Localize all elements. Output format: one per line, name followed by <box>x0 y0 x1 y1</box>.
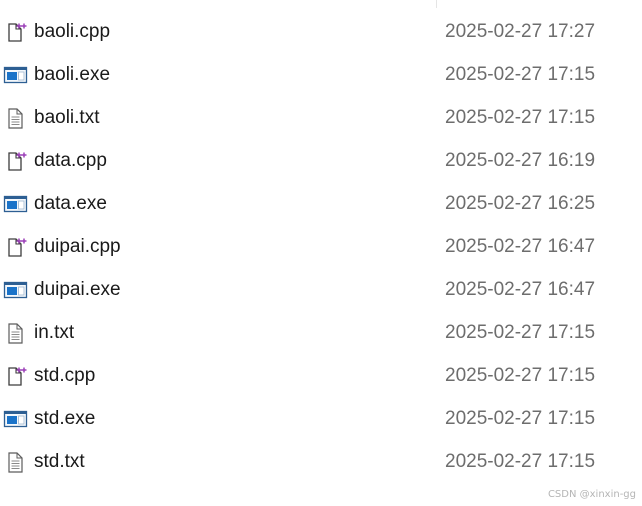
file-name: std.exe <box>34 408 96 429</box>
file-name: data.cpp <box>34 150 107 171</box>
file-modified-date: 2025-02-27 17:15 <box>445 451 596 472</box>
exe-file-icon <box>3 193 29 215</box>
file-row[interactable]: baoli.exe 2025-02-27 17:15 <box>0 53 642 96</box>
file-name: data.exe <box>34 193 107 214</box>
exe-file-icon <box>3 279 29 301</box>
file-name: std.txt <box>34 451 85 472</box>
file-list: baoli.cpp 2025-02-27 17:27 baoli.exe 2025-0… <box>0 10 642 483</box>
cpp-file-icon <box>3 365 29 387</box>
file-row[interactable]: baoli.cpp 2025-02-27 17:27 <box>0 10 642 53</box>
file-name: duipai.exe <box>34 279 121 300</box>
file-modified-date: 2025-02-27 16:47 <box>445 279 596 300</box>
file-row[interactable]: data.exe 2025-02-27 16:25 <box>0 182 642 225</box>
watermark: CSDN @xinxin-gg <box>547 489 636 500</box>
file-modified-date: 2025-02-27 17:15 <box>445 408 596 429</box>
file-modified-date: 2025-02-27 17:15 <box>445 322 596 343</box>
file-modified-date: 2025-02-27 16:19 <box>445 150 596 171</box>
file-name: baoli.cpp <box>34 21 111 42</box>
exe-file-icon <box>3 408 29 430</box>
file-row[interactable]: data.cpp 2025-02-27 16:19 <box>0 139 642 182</box>
cpp-file-icon <box>3 236 29 258</box>
file-modified-date: 2025-02-27 16:47 <box>445 236 596 257</box>
file-row[interactable]: duipai.exe 2025-02-27 16:47 <box>0 268 642 311</box>
file-name: std.cpp <box>34 365 96 386</box>
cpp-file-icon <box>3 150 29 172</box>
file-modified-date: 2025-02-27 16:25 <box>445 193 596 214</box>
file-row[interactable]: duipai.cpp 2025-02-27 16:47 <box>0 225 642 268</box>
column-divider[interactable] <box>436 0 437 8</box>
file-name: baoli.txt <box>34 107 100 128</box>
file-name: in.txt <box>34 322 75 343</box>
file-modified-date: 2025-02-27 17:15 <box>445 107 596 128</box>
file-name: duipai.cpp <box>34 236 121 257</box>
file-name: baoli.exe <box>34 64 111 85</box>
file-row[interactable]: baoli.txt 2025-02-27 17:15 <box>0 96 642 139</box>
txt-file-icon <box>3 322 29 344</box>
file-row[interactable]: std.cpp 2025-02-27 17:15 <box>0 354 642 397</box>
file-modified-date: 2025-02-27 17:15 <box>445 64 596 85</box>
txt-file-icon <box>3 107 29 129</box>
cpp-file-icon <box>3 21 29 43</box>
exe-file-icon <box>3 64 29 86</box>
file-modified-date: 2025-02-27 17:27 <box>445 21 596 42</box>
file-row[interactable]: in.txt 2025-02-27 17:15 <box>0 311 642 354</box>
file-row[interactable]: std.txt 2025-02-27 17:15 <box>0 440 642 483</box>
file-row[interactable]: std.exe 2025-02-27 17:15 <box>0 397 642 440</box>
txt-file-icon <box>3 451 29 473</box>
file-modified-date: 2025-02-27 17:15 <box>445 365 596 386</box>
